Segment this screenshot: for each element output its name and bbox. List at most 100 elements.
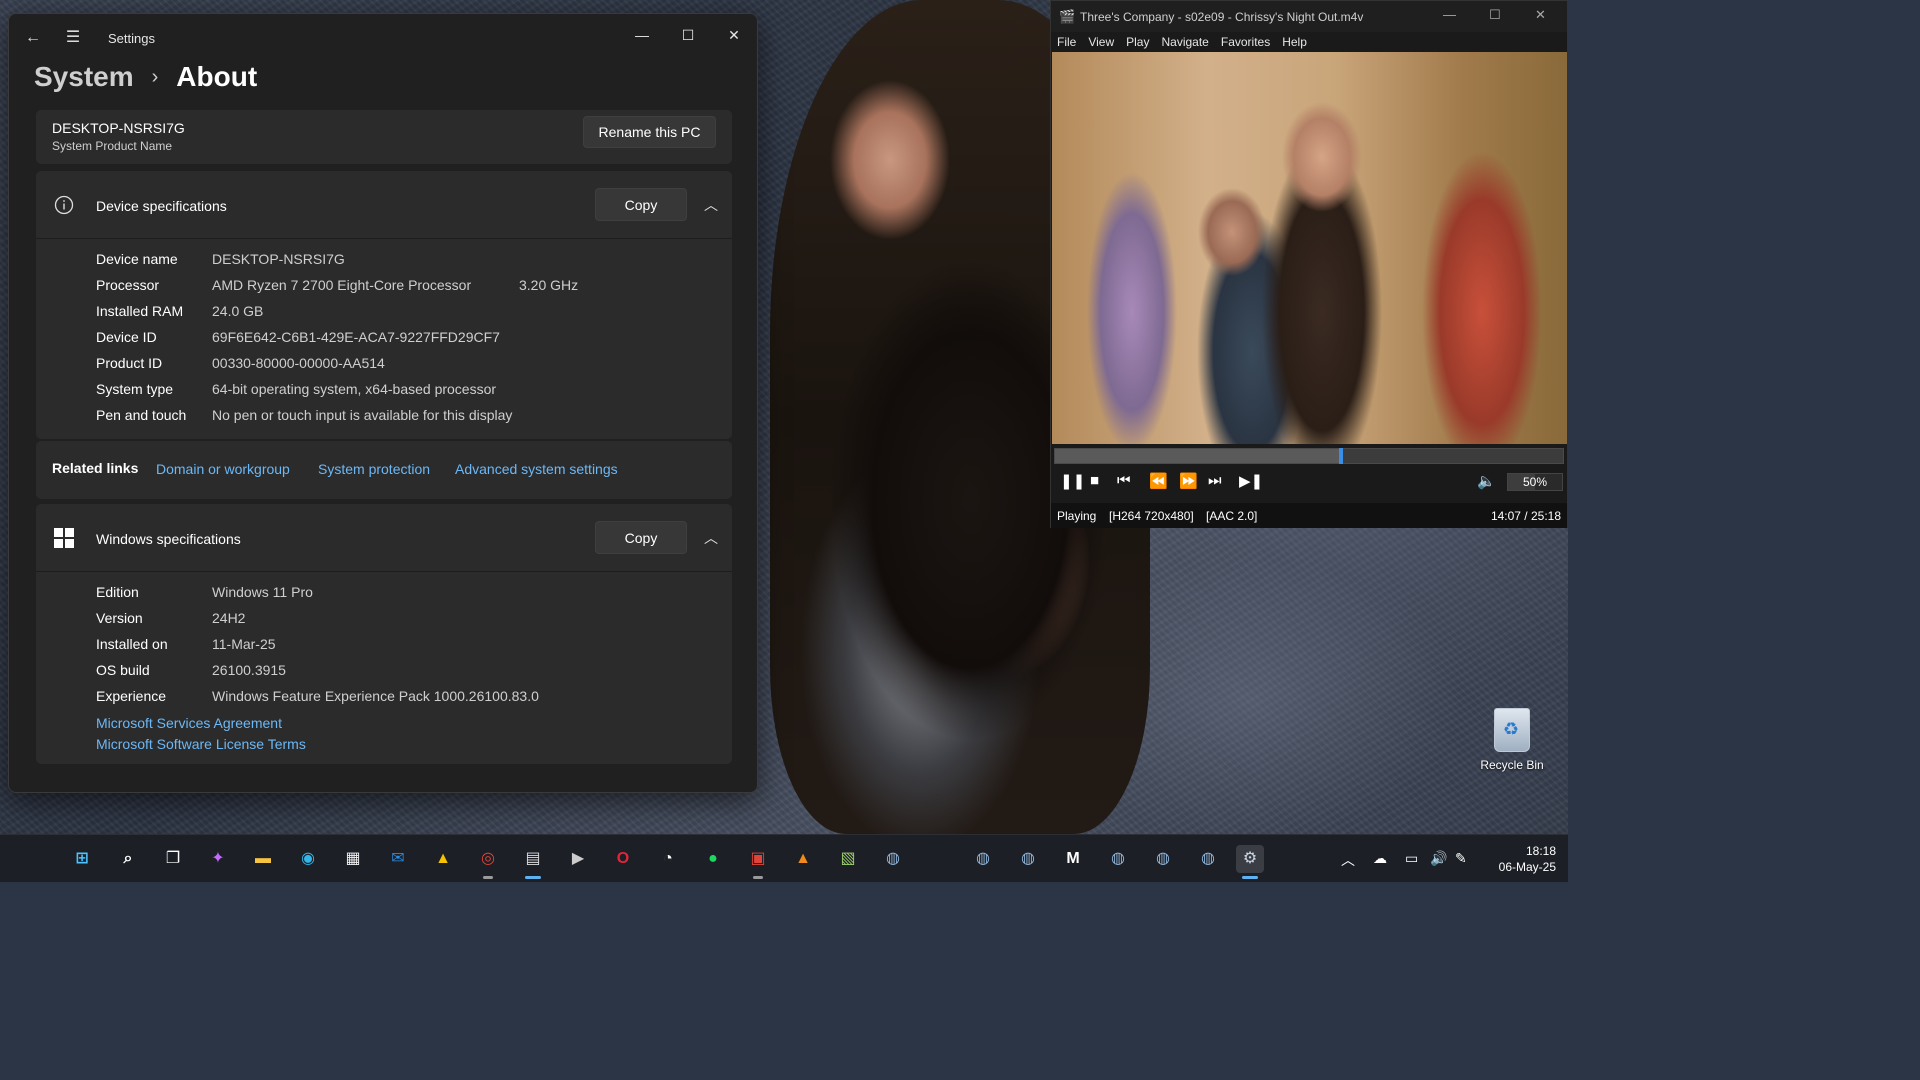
device-specs-title: Device specifications [96,198,227,214]
frame-step-icon[interactable]: ▶❚ [1239,472,1263,490]
link-license-terms[interactable]: Microsoft Software License Terms [96,736,306,752]
playback-status: Playing [1057,509,1097,523]
hamburger-menu-icon[interactable]: ☰ [63,28,83,48]
chevron-up-icon[interactable]: ︿ [704,528,718,548]
cloud-app-icon[interactable]: ◍ [1104,845,1132,873]
running-indicator [753,876,763,879]
link-services-agreement[interactable]: Microsoft Services Agreement [96,715,282,731]
cloud-app-icon[interactable]: ◍ [1014,845,1042,873]
maximize-button[interactable]: ☐ [1489,7,1501,23]
spec-label: Device ID [96,329,157,345]
taskbar-clock[interactable]: 18:18 06-May-25 [1486,843,1556,875]
minimize-button[interactable]: — [619,20,665,50]
spec-value: 11-Mar-25 [212,636,276,652]
seek-thumb[interactable] [1339,448,1343,464]
link-system-protection[interactable]: System protection [318,461,430,477]
spec-label: Device name [96,251,178,267]
breadcrumb-system[interactable]: System [34,61,134,93]
volume-value: 50% [1522,475,1548,489]
media-player-window: 🎬 Three's Company - s02e09 - Chrissy's N… [1050,0,1568,528]
settings-gear-icon[interactable]: ⚙ [1236,845,1264,879]
rewind-icon[interactable]: ⏪ [1149,472,1168,490]
files-app-icon[interactable]: ▧ [834,845,862,873]
spec-label: Product ID [96,355,163,371]
media-app-icon[interactable]: ▶ [564,845,592,873]
close-button[interactable]: ✕ [1535,7,1546,23]
notification-icon[interactable]: ✎ [1455,850,1467,867]
player-titlebar: 🎬 Three's Company - s02e09 - Chrissy's N… [1051,1,1567,32]
video-frame[interactable] [1052,52,1567,444]
chevron-up-icon[interactable]: ︿ [704,195,718,215]
maximize-button[interactable]: ☐ [665,20,711,50]
copilot-icon[interactable]: ✦ [204,845,232,873]
stop-icon[interactable]: ■ [1090,472,1099,489]
recycle-bin-label: Recycle Bin [1480,758,1544,772]
windows-specs-header[interactable]: Windows specifications Copy ︿ [36,504,732,572]
calendar-app-icon[interactable]: ▤ [519,845,547,879]
seek-progress [1055,449,1340,463]
rename-pc-button[interactable]: Rename this PC [583,116,716,148]
clock-app-icon[interactable]: ◔ [654,845,682,873]
page-title: About [176,61,258,92]
pc-name-card: DESKTOP-NSRSI7G System Product Name Rena… [36,110,732,164]
menu-play[interactable]: Play [1120,32,1155,52]
menu-view[interactable]: View [1082,32,1120,52]
cloud-app-icon[interactable]: ◍ [1194,845,1222,873]
breadcrumb-chevron-icon: › [151,65,159,88]
recycle-bin[interactable]: Recycle Bin [1476,700,1548,772]
warning-app-icon[interactable]: ▲ [429,845,457,873]
speaker-icon[interactable]: 🔊 [1430,850,1447,867]
cloud-app-icon[interactable]: ◍ [879,845,907,873]
menu-file[interactable]: File [1051,32,1082,52]
m-app-icon[interactable]: M [1059,845,1087,873]
volume-slider[interactable]: 50% [1507,473,1563,491]
chevron-up-icon[interactable]: ︿ [1341,850,1355,870]
task-view-icon[interactable]: ❐ [159,845,187,873]
back-arrow-icon[interactable]: ← [23,28,43,48]
start-button-icon[interactable]: ⊞ [68,845,96,873]
related-links-label: Related links [52,460,139,476]
divider [36,238,732,239]
link-advanced-system-settings[interactable]: Advanced system settings [455,461,618,477]
menu-help[interactable]: Help [1276,32,1313,52]
clock-time: 18:18 [1525,844,1556,858]
previous-icon[interactable]: ⏮ [1117,472,1131,489]
windows-logo-icon [54,528,74,548]
close-button[interactable]: ✕ [711,20,757,50]
copy-windows-specs-button[interactable]: Copy [595,521,687,554]
pc-name: DESKTOP-NSRSI7G [52,120,185,136]
vlc-icon[interactable]: ▲ [789,845,817,873]
network-icon[interactable]: ▭ [1405,850,1418,867]
windows-specs-title: Windows specifications [96,531,241,547]
audio-format: [AAC 2.0] [1206,509,1258,523]
voicemeeter-icon[interactable]: ▣ [744,845,772,879]
fast-forward-icon[interactable]: ⏩ [1179,472,1198,490]
next-icon[interactable]: ⏭ [1208,472,1222,489]
breadcrumb: System › About [34,61,257,93]
edge-icon[interactable]: ◉ [294,845,322,873]
seek-bar[interactable] [1054,448,1564,464]
app-title: Settings [108,31,155,46]
link-domain-workgroup[interactable]: Domain or workgroup [156,461,290,477]
device-specs-header[interactable]: Device specifications Copy ︿ [36,171,732,239]
copy-device-specs-button[interactable]: Copy [595,188,687,221]
search-icon[interactable]: ⌕ [114,845,142,873]
cloud-app-icon[interactable]: ◍ [1149,845,1177,873]
opera-icon[interactable]: O [609,845,637,873]
minimize-button[interactable]: — [1443,7,1456,22]
cloud-app-icon[interactable]: ◍ [969,845,997,873]
file-explorer-icon[interactable]: ▬ [249,845,277,873]
running-indicator [1242,876,1258,879]
player-status-bar: Playing [H264 720x480] [AAC 2.0] 14:07 /… [1051,503,1567,528]
volume-icon[interactable]: 🔈 [1477,472,1496,490]
menu-favorites[interactable]: Favorites [1215,32,1276,52]
pause-icon[interactable]: ❚❚ [1060,472,1085,490]
menu-navigate[interactable]: Navigate [1155,32,1214,52]
outlook-icon[interactable]: ✉ [384,845,412,873]
store-icon[interactable]: ▦ [339,845,367,873]
spotify-icon[interactable]: ● [699,845,727,873]
chrome-icon[interactable]: ◎ [474,845,502,879]
onedrive-icon[interactable]: ☁ [1373,850,1387,867]
spec-value: Windows 11 Pro [212,584,313,600]
spec-value: DESKTOP-NSRSI7G [212,251,345,267]
